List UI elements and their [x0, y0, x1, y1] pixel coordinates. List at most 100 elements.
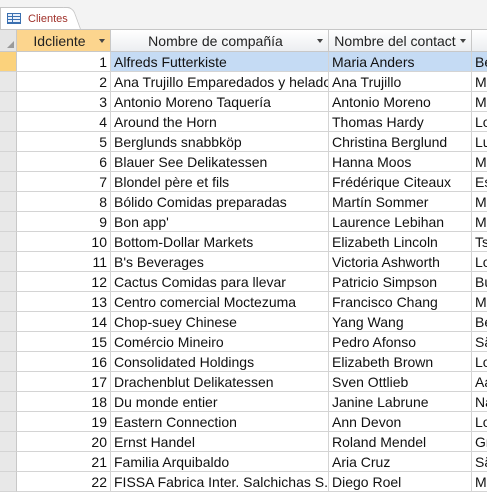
- cell-idcliente[interactable]: 11: [17, 252, 111, 272]
- table-row[interactable]: 10 Bottom-Dollar Markets Elizabeth Lincoln…: [0, 232, 487, 252]
- table-row[interactable]: 2 Ana Trujillo Emparedados y helados Ana T…: [0, 72, 487, 92]
- cell-nombre-compania[interactable]: Eastern Connection: [111, 412, 329, 432]
- cell-nombre-compania[interactable]: Around the Horn: [111, 112, 329, 132]
- cell-nombre-compania[interactable]: Blauer See Delikatessen: [111, 152, 329, 172]
- cell-nombre-compania[interactable]: Cactus Comidas para llevar: [111, 272, 329, 292]
- record-selector[interactable]: [0, 312, 17, 332]
- tab-clientes[interactable]: Clientes: [0, 7, 72, 29]
- record-selector[interactable]: [0, 72, 17, 92]
- cell-nombre-compania[interactable]: Antonio Moreno Taquería: [111, 92, 329, 112]
- cell-next[interactable]: M: [472, 472, 487, 492]
- record-selector[interactable]: [0, 152, 17, 172]
- table-row[interactable]: 20Ernst HandelRoland MendelGr: [0, 432, 487, 452]
- cell-idcliente[interactable]: 14: [17, 312, 111, 332]
- cell-idcliente[interactable]: 13: [17, 292, 111, 312]
- record-selector[interactable]: [0, 212, 17, 232]
- table-row[interactable]: 21Familia ArquibaldoAria CruzSã: [0, 452, 487, 472]
- cell-nombre-compania[interactable]: Bólido Comidas preparadas: [111, 192, 329, 212]
- column-header-nombre-contacto[interactable]: Nombre del contact: [329, 30, 472, 51]
- cell-nombre-contacto[interactable]: Hanna Moos: [329, 152, 472, 172]
- table-row[interactable]: 8 Bólido Comidas preparadas Martín Sommer M: [0, 192, 487, 212]
- cell-nombre-contacto[interactable]: Diego Roel: [329, 472, 472, 492]
- cell-nombre-contacto[interactable]: Patricio Simpson: [329, 272, 472, 292]
- cell-next[interactable]: M: [472, 152, 487, 172]
- cell-next[interactable]: Lo: [472, 352, 487, 372]
- table-row[interactable]: 16Consolidated HoldingsElizabeth BrownLo: [0, 352, 487, 372]
- cell-nombre-contacto[interactable]: Pedro Afonso: [329, 332, 472, 352]
- cell-idcliente[interactable]: 4: [17, 112, 111, 132]
- cell-next[interactable]: M: [472, 292, 487, 312]
- cell-next[interactable]: Ts: [472, 232, 487, 252]
- record-selector[interactable]: [0, 132, 17, 152]
- table-row[interactable]: 3 Antonio Moreno Taquería Antonio Moreno M: [0, 92, 487, 112]
- cell-idcliente[interactable]: 2: [17, 72, 111, 92]
- cell-nombre-contacto[interactable]: Elizabeth Brown: [329, 352, 472, 372]
- table-row[interactable]: 19Eastern ConnectionAnn DevonLo: [0, 412, 487, 432]
- cell-next[interactable]: Sã: [472, 452, 487, 472]
- cell-idcliente[interactable]: 9: [17, 212, 111, 232]
- table-row[interactable]: 11B's BeveragesVictoria AshworthLo: [0, 252, 487, 272]
- table-row[interactable]: 7 Blondel père et fils Frédérique Citeaux E…: [0, 172, 487, 192]
- record-selector[interactable]: [0, 452, 17, 472]
- cell-next[interactable]: Es: [472, 172, 487, 192]
- cell-idcliente[interactable]: 3: [17, 92, 111, 112]
- cell-nombre-compania[interactable]: Centro comercial Moctezuma: [111, 292, 329, 312]
- table-row[interactable]: 15Comércio MineiroPedro AfonsoSã: [0, 332, 487, 352]
- record-selector[interactable]: [0, 352, 17, 372]
- cell-next[interactable]: Lo: [472, 412, 487, 432]
- cell-idcliente[interactable]: 10: [17, 232, 111, 252]
- cell-nombre-compania[interactable]: Bottom-Dollar Markets: [111, 232, 329, 252]
- cell-nombre-compania[interactable]: Ernst Handel: [111, 432, 329, 452]
- cell-idcliente[interactable]: 22: [17, 472, 111, 492]
- record-selector[interactable]: [0, 392, 17, 412]
- cell-nombre-contacto[interactable]: Antonio Moreno: [329, 92, 472, 112]
- cell-nombre-compania[interactable]: Consolidated Holdings: [111, 352, 329, 372]
- cell-nombre-contacto[interactable]: Frédérique Citeaux: [329, 172, 472, 192]
- table-row[interactable]: 5Berglunds snabbköpChristina BerglundLu: [0, 132, 487, 152]
- chevron-down-icon[interactable]: [99, 39, 105, 43]
- record-selector[interactable]: [0, 472, 17, 492]
- table-row[interactable]: 6 Blauer See Delikatessen Hanna Moos M: [0, 152, 487, 172]
- cell-nombre-contacto[interactable]: Elizabeth Lincoln: [329, 232, 472, 252]
- column-header-idcliente[interactable]: Idcliente: [17, 30, 111, 51]
- chevron-down-icon[interactable]: [460, 39, 466, 43]
- cell-next[interactable]: Sã: [472, 332, 487, 352]
- cell-nombre-contacto[interactable]: Roland Mendel: [329, 432, 472, 452]
- cell-next[interactable]: Lo: [472, 252, 487, 272]
- cell-next[interactable]: Gr: [472, 432, 487, 452]
- cell-nombre-compania[interactable]: Ana Trujillo Emparedados y helados: [111, 72, 329, 92]
- cell-next[interactable]: M: [472, 72, 487, 92]
- column-header-next[interactable]: [472, 30, 487, 51]
- record-selector[interactable]: [0, 52, 17, 72]
- cell-nombre-compania[interactable]: Berglunds snabbköp: [111, 132, 329, 152]
- cell-nombre-compania[interactable]: B's Beverages: [111, 252, 329, 272]
- cell-nombre-compania[interactable]: Blondel père et fils: [111, 172, 329, 192]
- cell-nombre-compania[interactable]: Drachenblut Delikatessen: [111, 372, 329, 392]
- cell-nombre-compania[interactable]: Alfreds Futterkiste: [111, 52, 329, 72]
- cell-next[interactable]: Be: [472, 52, 487, 72]
- cell-next[interactable]: Aa: [472, 372, 487, 392]
- column-header-nombre-compania[interactable]: Nombre de compañía: [111, 30, 329, 51]
- cell-idcliente[interactable]: 1: [17, 52, 111, 72]
- cell-nombre-compania[interactable]: Du monde entier: [111, 392, 329, 412]
- record-selector[interactable]: [0, 232, 17, 252]
- record-selector[interactable]: [0, 92, 17, 112]
- cell-next[interactable]: Lo: [472, 112, 487, 132]
- cell-nombre-contacto[interactable]: Janine Labrune: [329, 392, 472, 412]
- cell-idcliente[interactable]: 5: [17, 132, 111, 152]
- record-selector[interactable]: [0, 432, 17, 452]
- cell-nombre-contacto[interactable]: Aria Cruz: [329, 452, 472, 472]
- cell-idcliente[interactable]: 19: [17, 412, 111, 432]
- cell-idcliente[interactable]: 17: [17, 372, 111, 392]
- table-row[interactable]: 14Chop-suey ChineseYang WangBe: [0, 312, 487, 332]
- cell-next[interactable]: M: [472, 212, 487, 232]
- record-selector[interactable]: [0, 192, 17, 212]
- cell-next[interactable]: Na: [472, 392, 487, 412]
- cell-next[interactable]: M: [472, 192, 487, 212]
- record-selector[interactable]: [0, 172, 17, 192]
- cell-nombre-contacto[interactable]: Victoria Ashworth: [329, 252, 472, 272]
- cell-nombre-contacto[interactable]: Laurence Lebihan: [329, 212, 472, 232]
- record-selector[interactable]: [0, 372, 17, 392]
- cell-next[interactable]: Lu: [472, 132, 487, 152]
- chevron-down-icon[interactable]: [317, 39, 323, 43]
